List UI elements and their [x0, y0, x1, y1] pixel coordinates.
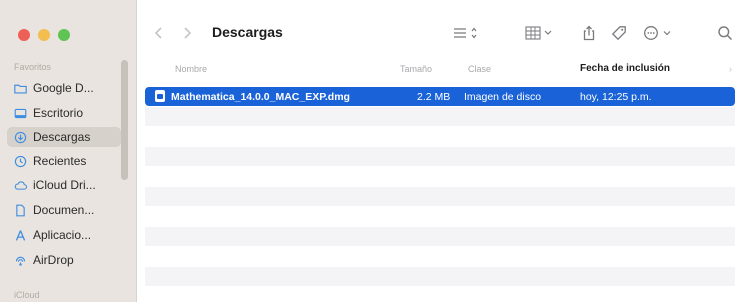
sidebar-section-icloud: iCloud [14, 290, 40, 300]
column-header-date-added[interactable]: Fecha de inclusión [580, 63, 670, 74]
file-name: Mathematica_14.0.0_MAC_EXP.dmg [171, 90, 350, 103]
minimize-window-button[interactable] [38, 29, 50, 41]
column-header-row: Nombre Tamaño Clase Fecha de inclusión › [137, 60, 739, 78]
file-kind: Imagen de disco [464, 90, 542, 103]
sidebar-item-icloud-drive[interactable]: iCloud Dri... [7, 175, 121, 195]
forward-icon[interactable] [179, 22, 195, 44]
empty-row [145, 167, 735, 186]
sidebar-item-label: Documen... [33, 203, 95, 217]
sidebar-item-airdrop[interactable]: AirDrop [7, 250, 121, 270]
sidebar-item-label: Descargas [33, 130, 91, 144]
applications-icon [11, 229, 29, 242]
empty-row [145, 207, 735, 226]
cloud-icon [11, 179, 29, 192]
share-icon[interactable] [581, 22, 597, 44]
search-icon[interactable] [717, 22, 733, 44]
disk-image-icon [155, 90, 165, 102]
back-icon[interactable] [151, 22, 167, 44]
desktop-icon [11, 107, 29, 120]
sidebar-item-google-drive[interactable]: Google D... [7, 78, 121, 98]
list-view-icon[interactable] [453, 22, 479, 44]
sidebar-item-documentos[interactable]: Documen... [7, 200, 121, 220]
column-header-name[interactable]: Nombre [175, 64, 207, 74]
empty-row [145, 187, 735, 206]
empty-row [145, 127, 735, 146]
document-icon [11, 204, 29, 217]
empty-row [145, 287, 735, 306]
clock-icon [11, 155, 29, 168]
sidebar-section-favorites: Favoritos [14, 62, 52, 72]
sidebar-item-descargas[interactable]: Descargas [7, 127, 121, 147]
download-icon [11, 131, 29, 144]
empty-row [145, 267, 735, 286]
sidebar-item-label: iCloud Dri... [33, 178, 96, 192]
zoom-window-button[interactable] [58, 29, 70, 41]
close-window-button[interactable] [18, 29, 30, 41]
group-icon[interactable] [525, 22, 553, 44]
sidebar-item-aplicaciones[interactable]: Aplicacio... [7, 225, 121, 245]
sidebar-item-label: Escritorio [33, 106, 84, 120]
empty-row [145, 147, 735, 166]
sidebar-item-label: Recientes [33, 154, 87, 168]
sidebar-item-label: Google D... [33, 81, 94, 95]
table-row[interactable]: Mathematica_14.0.0_MAC_EXP.dmg 2.2 MB Im… [145, 87, 735, 106]
window-title: Descargas [212, 24, 283, 40]
sidebar-item-label: AirDrop [33, 253, 74, 267]
column-header-size[interactable]: Tamaño [400, 64, 432, 74]
window-controls [18, 29, 70, 41]
file-size: 2.2 MB [417, 90, 451, 103]
file-date-added: hoy, 12:25 p.m. [580, 90, 652, 103]
folder-icon [11, 82, 29, 95]
more-icon[interactable] [643, 22, 675, 44]
sidebar-scrollbar[interactable] [121, 60, 128, 180]
airdrop-icon [11, 254, 29, 267]
sort-chevron-icon: › [729, 64, 732, 74]
finder-window: Favoritos Google D... Escritorio Descarg… [0, 0, 739, 302]
column-header-kind[interactable]: Clase [468, 64, 491, 74]
empty-row [145, 227, 735, 246]
sidebar-item-label: Aplicacio... [33, 228, 92, 242]
sidebar-item-escritorio[interactable]: Escritorio [7, 103, 121, 123]
empty-row [145, 107, 735, 126]
empty-row [145, 247, 735, 266]
sidebar-item-recientes[interactable]: Recientes [7, 151, 121, 171]
tag-icon[interactable] [611, 22, 627, 44]
sidebar: Favoritos Google D... Escritorio Descarg… [0, 0, 137, 302]
